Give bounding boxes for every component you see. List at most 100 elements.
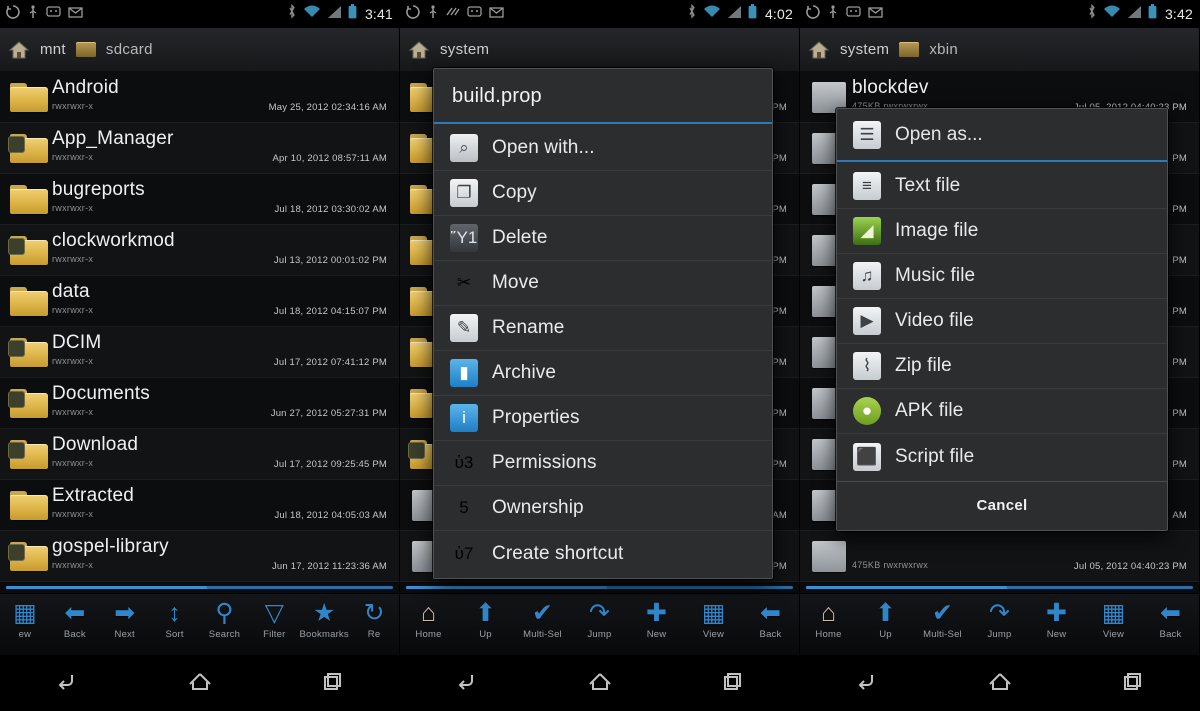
- breadcrumb-crumb[interactable]: mnt: [40, 41, 66, 58]
- file-name: Extracted: [52, 485, 134, 507]
- table-row[interactable]: bugreports rwxrwxr-x Jul 18, 2012 03:30:…: [0, 174, 399, 225]
- scrollbar-thumb[interactable]: [6, 586, 207, 589]
- menu-item[interactable]: ✂ Move: [434, 261, 772, 306]
- toolbar-button[interactable]: ↷ Jump: [571, 600, 628, 640]
- breadcrumb-crumb[interactable]: system: [440, 41, 489, 58]
- messaging-icon: [46, 5, 61, 23]
- breadcrumb-crumb[interactable]: sdcard: [106, 41, 153, 58]
- table-row[interactable]: Download rwxrwxr-x Jul 17, 2012 09:25:45…: [0, 429, 399, 480]
- info-icon: i: [450, 404, 478, 432]
- nav-back-icon[interactable]: [454, 670, 480, 697]
- dialog-title: build.prop: [434, 69, 772, 124]
- file-name: bugreports: [52, 179, 145, 201]
- menu-item[interactable]: ὑ3 Permissions: [434, 441, 772, 486]
- toolbar-button[interactable]: ★ Bookmarks: [299, 600, 349, 640]
- toolbar-button[interactable]: ↕ Sort: [150, 600, 200, 640]
- toolbar-button[interactable]: ✔ Multi-Sel: [514, 600, 571, 640]
- toolbar-button[interactable]: ▦ View: [685, 600, 742, 640]
- panel-xbin: 3:42 system xbin blockdev 475KB rwxrwxrwx…: [800, 0, 1200, 655]
- row-meta: Extracted rwxrwxr-x Jul 18, 2012 04:05:0…: [52, 480, 391, 530]
- toolbar-button[interactable]: ✚ New: [628, 600, 685, 640]
- nav-home-icon[interactable]: [187, 670, 213, 697]
- menu-item-label: Zip file: [895, 355, 952, 377]
- toolbar-button[interactable]: ⬅ Back: [50, 600, 100, 640]
- breadcrumb-crumb[interactable]: system: [840, 41, 889, 58]
- table-row[interactable]: DCIM rwxrwxr-x Jul 17, 2012 07:41:12 PM: [0, 327, 399, 378]
- archive-icon: ▮: [450, 359, 478, 387]
- file-list[interactable]: Android rwxrwxr-x May 25, 2012 02:34:16 …: [0, 72, 399, 591]
- scissors-icon: ✂: [450, 269, 478, 297]
- toolbar-button[interactable]: ▽ Filter: [249, 600, 299, 640]
- toolbar-button[interactable]: ✔ Multi-Sel: [914, 600, 971, 640]
- list-scrollbar[interactable]: [6, 586, 393, 589]
- folder-overlay-icon: [408, 442, 425, 459]
- table-row[interactable]: Android rwxrwxr-x May 25, 2012 02:34:16 …: [0, 72, 399, 123]
- table-row[interactable]: clockworkmod rwxrwxr-x Jul 13, 2012 00:0…: [0, 225, 399, 276]
- menu-item[interactable]: ≡ Text file: [837, 164, 1167, 209]
- menu-item[interactable]: ▮ Archive: [434, 351, 772, 396]
- toolbar-button[interactable]: ⚲ Search: [200, 600, 250, 640]
- menu-item[interactable]: ✎ Rename: [434, 306, 772, 351]
- toolbar-button[interactable]: ⬆ Up: [857, 600, 914, 640]
- file-name: App_Manager: [52, 128, 174, 150]
- toolbar-label: Back: [760, 629, 782, 640]
- folder-icon: [10, 134, 48, 163]
- file-permissions: rwxrwxr-x: [52, 458, 93, 468]
- cancel-button[interactable]: Cancel: [837, 481, 1167, 530]
- script-file-icon: ⬛: [853, 443, 881, 471]
- table-row[interactable]: 475KB rwxrwxrwx Jul 05, 2012 04:40:23 PM: [800, 531, 1199, 582]
- nav-back-icon[interactable]: [54, 670, 80, 697]
- table-row[interactable]: Documents rwxrwxr-x Jun 27, 2012 05:27:3…: [0, 378, 399, 429]
- list-scrollbar[interactable]: [406, 586, 793, 589]
- table-row[interactable]: Extracted rwxrwxr-x Jul 18, 2012 04:05:0…: [0, 480, 399, 531]
- toolbar-button[interactable]: ↷ Jump: [971, 600, 1028, 640]
- folder-icon: [10, 389, 48, 418]
- menu-item[interactable]: i Properties: [434, 396, 772, 441]
- menu-item[interactable]: ◢ Image file: [837, 209, 1167, 254]
- toolbar-button[interactable]: ⬅ Back: [1142, 600, 1199, 640]
- view-icon: ▦: [1102, 600, 1126, 627]
- up-arrow-icon: ⬆: [875, 600, 896, 627]
- scrollbar-thumb[interactable]: [406, 586, 607, 589]
- menu-item[interactable]: ❐ Copy: [434, 171, 772, 216]
- toolbar-button[interactable]: ⌂ Home: [800, 600, 857, 640]
- toolbar-button[interactable]: ⌂ Home: [400, 600, 457, 640]
- nav-recents-icon[interactable]: [320, 670, 346, 697]
- nav-recents-icon[interactable]: [720, 670, 746, 697]
- menu-item[interactable]: ⌕ Open with...: [434, 126, 772, 171]
- menu-item[interactable]: ὆5 Ownership: [434, 486, 772, 531]
- gmail-icon: [489, 5, 504, 23]
- menu-item[interactable]: ⬛ Script file: [837, 434, 1167, 479]
- breadcrumb-crumb[interactable]: xbin: [929, 41, 958, 58]
- menu-item[interactable]: ▶ Video file: [837, 299, 1167, 344]
- menu-item[interactable]: ⌇ Zip file: [837, 344, 1167, 389]
- nav-back-icon[interactable]: [854, 670, 880, 697]
- table-row[interactable]: data rwxrwxr-x Jul 18, 2012 04:15:07 PM: [0, 276, 399, 327]
- menu-item[interactable]: ● APK file: [837, 389, 1167, 434]
- list-scrollbar[interactable]: [806, 586, 1193, 589]
- file-date: PM: [772, 255, 787, 266]
- menu-item[interactable]: ὑ7 Create shortcut: [434, 531, 772, 576]
- toolbar-button[interactable]: ⬅ Back: [742, 600, 799, 640]
- shortcut-icon: ὑ7: [450, 540, 478, 568]
- table-row[interactable]: gospel-library rwxrwxr-x Jun 17, 2012 11…: [0, 531, 399, 582]
- nav-recents-icon[interactable]: [1120, 670, 1146, 697]
- toolbar-button[interactable]: ⬆ Up: [457, 600, 514, 640]
- toolbar-label: Up: [479, 629, 492, 640]
- toolbar-button[interactable]: ▦ View: [1085, 600, 1142, 640]
- menu-item[interactable]: Ὕ1 Delete: [434, 216, 772, 261]
- menu-item[interactable]: ♫ Music file: [837, 254, 1167, 299]
- file-date: PM: [772, 306, 787, 317]
- table-row[interactable]: App_Manager rwxrwxr-x Apr 10, 2012 08:57…: [0, 123, 399, 174]
- toolbar-button[interactable]: ➡ Next: [100, 600, 150, 640]
- view-icon: ▦: [702, 600, 726, 627]
- menu-item-label: Create shortcut: [492, 543, 623, 565]
- nav-home-icon[interactable]: [587, 670, 613, 697]
- toolbar-button[interactable]: ▦ ew: [0, 600, 50, 640]
- row-icon: [6, 185, 52, 214]
- toolbar-button[interactable]: ↻ Re: [349, 600, 399, 640]
- toolbar-label: Bookmarks: [300, 629, 349, 640]
- nav-home-icon[interactable]: [987, 670, 1013, 697]
- toolbar-button[interactable]: ✚ New: [1028, 600, 1085, 640]
- scrollbar-thumb[interactable]: [806, 586, 1007, 589]
